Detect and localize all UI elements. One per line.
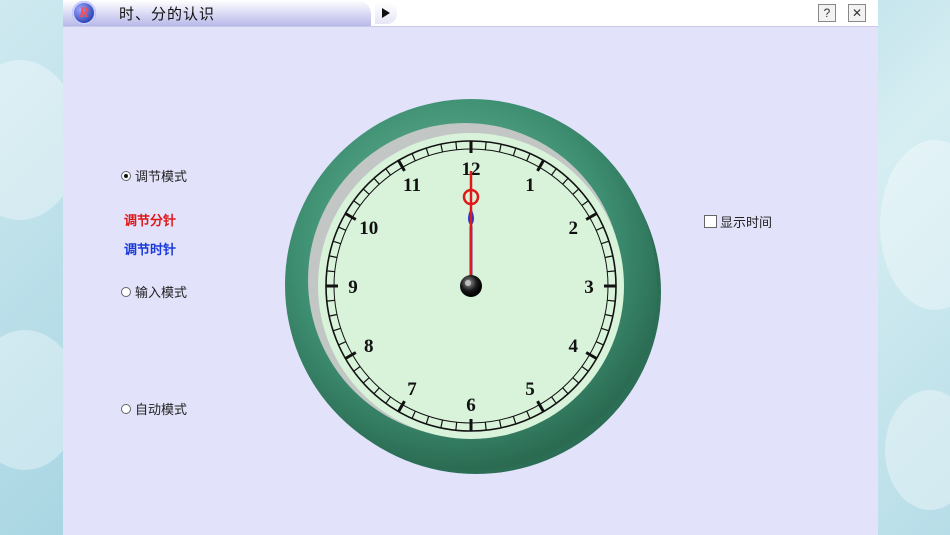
clock-numeral: 4	[568, 336, 578, 357]
minute-tick	[484, 141, 487, 150]
minute-tick	[484, 422, 487, 431]
clock-numeral: 5	[525, 379, 535, 400]
minute-tick	[607, 270, 616, 273]
analog-clock[interactable]: 121234567891011	[63, 0, 878, 535]
minute-tick	[607, 299, 616, 302]
minute-tick	[326, 299, 335, 302]
clock-hub-highlight	[465, 280, 471, 286]
clock-numeral: 3	[584, 277, 594, 298]
clock-center-hub	[460, 275, 482, 297]
clock-numeral: 1	[525, 175, 535, 196]
clock-numeral: 8	[364, 336, 374, 357]
app-window: R 时、分的认识 ? ✕ 调节模式 调节分针 调节时针 输入模式 自动模式 显示…	[63, 0, 878, 535]
minute-tick	[455, 422, 458, 431]
clock-numeral: 11	[403, 175, 421, 196]
clock-numeral: 2	[568, 218, 578, 239]
clock-numeral: 10	[359, 218, 378, 239]
clock-numeral: 7	[407, 379, 417, 400]
minute-tick	[326, 270, 335, 273]
clock-numeral: 9	[348, 277, 358, 298]
clock-numeral: 6	[466, 395, 476, 416]
minute-tick	[455, 141, 458, 150]
